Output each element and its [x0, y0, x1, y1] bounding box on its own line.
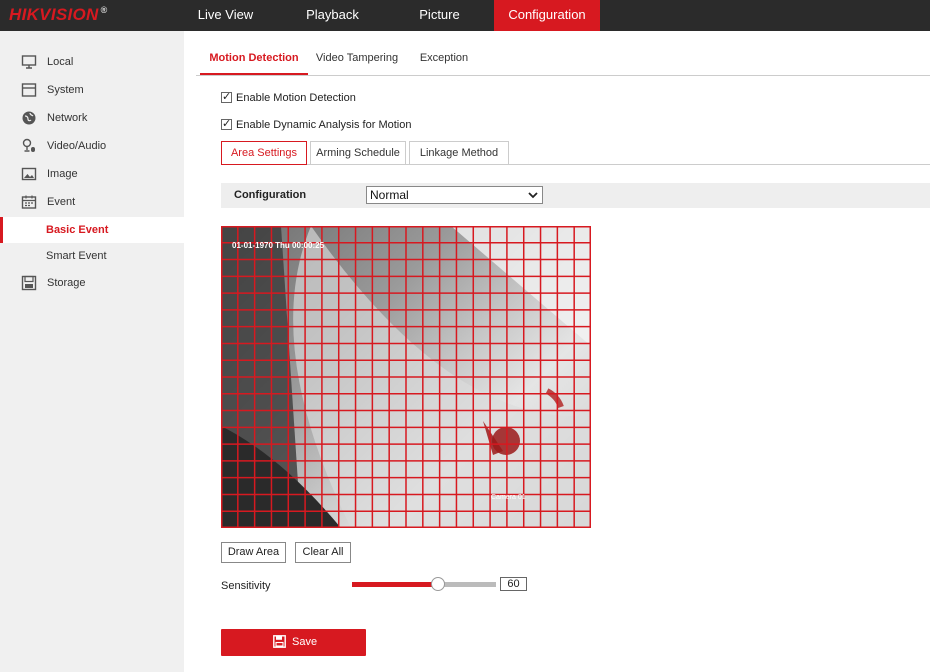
- configuration-value: Normal: [370, 188, 409, 202]
- sidebar-item-label: Image: [47, 168, 78, 180]
- video-osd-time: 01-01-1970 Thu 00:00:25: [232, 241, 325, 250]
- checkbox-checked[interactable]: [221, 90, 232, 104]
- save-icon: [273, 635, 286, 648]
- sidebar-item-local[interactable]: Local: [0, 49, 184, 75]
- sidebar-item-image[interactable]: Image: [0, 161, 184, 187]
- sidebar-item-label: System: [47, 84, 84, 96]
- sidebar-item-event[interactable]: Event: [0, 189, 184, 215]
- sidebar-item-label: Video/Audio: [47, 140, 107, 152]
- sidebar-item-label: Storage: [47, 277, 86, 289]
- motion-area-video[interactable]: 01-01-1970 Thu 00:00:25 Camera 01: [221, 226, 591, 528]
- tab-motion-detection[interactable]: Motion Detection: [200, 45, 308, 75]
- calendar-icon: [21, 195, 37, 209]
- sensitivity-label: Sensitivity: [221, 580, 271, 592]
- step-arming-schedule[interactable]: Arming Schedule: [310, 141, 406, 165]
- system-icon: [21, 83, 37, 97]
- sidebar-item-label: Local: [47, 56, 74, 68]
- image-icon: [21, 167, 37, 181]
- nav-picture[interactable]: Picture: [398, 0, 481, 31]
- sidebar-item-network[interactable]: Network: [0, 105, 184, 131]
- motion-detection-grid[interactable]: [221, 226, 591, 528]
- step-area-settings[interactable]: Area Settings: [221, 141, 307, 165]
- configuration-select[interactable]: Normal: [366, 186, 543, 204]
- sidebar-item-storage[interactable]: Storage: [0, 270, 184, 296]
- main-tabs: Motion Detection Video Tampering Excepti…: [196, 45, 930, 76]
- globe-icon: [22, 111, 36, 125]
- sidebar-item-system[interactable]: System: [0, 77, 184, 103]
- sensitivity-slider-fill: [352, 582, 439, 587]
- step-linkage-method[interactable]: Linkage Method: [409, 141, 509, 165]
- checkbox-checked[interactable]: [221, 117, 232, 131]
- configuration-row: Configuration Normal: [221, 183, 930, 208]
- monitor-icon: [21, 55, 37, 69]
- nav-playback[interactable]: Playback: [291, 0, 374, 31]
- nav-configuration[interactable]: Configuration: [494, 0, 600, 31]
- configuration-label: Configuration: [234, 189, 307, 201]
- nav-live-view[interactable]: Live View: [184, 0, 267, 31]
- sidebar-item-video-audio[interactable]: Video/Audio: [0, 133, 184, 159]
- sensitivity-slider-handle[interactable]: [431, 577, 446, 591]
- settings-steps: Area Settings Arming Schedule Linkage Me…: [221, 141, 930, 165]
- chevron-down-icon: [528, 192, 538, 199]
- camera-mic-icon: [22, 138, 35, 152]
- tab-exception[interactable]: Exception: [416, 45, 472, 75]
- sensitivity-slider[interactable]: [352, 577, 496, 591]
- enable-motion-detection-checkbox[interactable]: Enable Motion Detection: [221, 90, 361, 105]
- enable-dynamic-analysis-checkbox[interactable]: Enable Dynamic Analysis for Motion: [221, 117, 412, 132]
- video-osd-camera: Camera 01: [491, 494, 526, 501]
- sidebar-item-label: Event: [47, 196, 76, 208]
- top-bar: HIKVISION ® Live View Playback Picture Co…: [0, 0, 930, 31]
- sidebar-item-label: Smart Event: [46, 250, 107, 262]
- hikvision-logo: HIKVISION ®: [9, 5, 108, 24]
- checkbox-label: Enable Motion Detection: [236, 92, 356, 104]
- save-label: Save: [292, 636, 318, 648]
- tab-video-tampering[interactable]: Video Tampering: [314, 45, 400, 75]
- sidebar-item-basic-event[interactable]: Basic Event: [0, 217, 184, 243]
- draw-area-button[interactable]: Draw Area: [221, 542, 286, 563]
- save-button[interactable]: Save: [221, 629, 366, 656]
- checkbox-label: Enable Dynamic Analysis for Motion: [236, 119, 412, 131]
- storage-icon: [21, 275, 37, 291]
- sidebar-item-label: Network: [47, 112, 88, 124]
- sensitivity-value-input[interactable]: 60: [500, 577, 527, 591]
- sidebar-item-smart-event[interactable]: Smart Event: [0, 243, 184, 269]
- clear-all-button[interactable]: Clear All: [295, 542, 351, 563]
- sidebar: Local System Network Video/Audio Image E…: [0, 31, 184, 672]
- sidebar-item-label: Basic Event: [46, 224, 109, 236]
